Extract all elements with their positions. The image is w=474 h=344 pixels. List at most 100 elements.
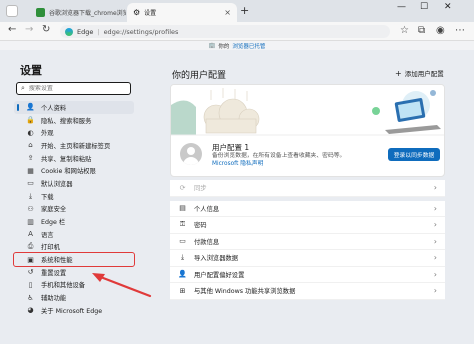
sync-icon: ⟳ bbox=[179, 183, 186, 192]
sidebar-item-start-home[interactable]: ⌂ 开始、主页和新建标签页 bbox=[14, 139, 134, 152]
list-item-profile-preferences[interactable]: 👤 用户配置偏好设置 › bbox=[170, 266, 445, 283]
edge-bar-icon: ▥ bbox=[27, 217, 34, 226]
windows-icon: ⊞ bbox=[179, 286, 186, 295]
appearance-icon: ◐ bbox=[27, 128, 34, 137]
sidebar-item-label: 语言 bbox=[41, 231, 54, 239]
home-icon: ⌂ bbox=[28, 141, 33, 150]
address-url: edge://settings/profiles bbox=[103, 27, 179, 36]
avatar bbox=[180, 143, 202, 165]
sidebar-item-label: 家庭安全 bbox=[41, 206, 67, 214]
sidebar-item-label: 默认浏览器 bbox=[41, 180, 73, 188]
list-item-passwords[interactable]: ⚿ 密码 › bbox=[170, 217, 445, 234]
phone-icon: ▯ bbox=[28, 280, 33, 289]
address-bar[interactable]: Edge | edge://settings/profiles bbox=[60, 25, 390, 38]
profile-desc-text: 备份浏览数据，在所有设备上查看收藏夹、密码等。 bbox=[212, 153, 346, 159]
profile-settings-list: ⟳ 同步 › ▤ 个人信息 › ⚿ 密码 › ▭ 付款信息 › ⤓ 导入浏览器数据 › 👤 用户配置偏… bbox=[170, 180, 445, 300]
more-icon[interactable]: ⋯ bbox=[455, 25, 465, 36]
site-favicon-icon bbox=[36, 8, 45, 17]
back-button[interactable]: ← bbox=[8, 24, 16, 35]
sidebar-item-default-browser[interactable]: ▭ 默认浏览器 bbox=[14, 177, 134, 190]
sidebar-item-system[interactable]: ▣ 系统和性能 bbox=[13, 252, 135, 267]
edge-logo-icon: ◕ bbox=[27, 306, 34, 315]
reset-icon: ↺ bbox=[27, 268, 34, 277]
sign-in-sync-button[interactable]: 登录以同步数据 bbox=[388, 148, 440, 161]
list-item-personal-info[interactable]: ▤ 个人信息 › bbox=[170, 200, 445, 217]
sidebar-item-label: 外观 bbox=[41, 130, 54, 138]
edge-logo-icon bbox=[65, 27, 73, 36]
card-icon: ▭ bbox=[179, 237, 186, 246]
sidebar-item-privacy[interactable]: 🔒 隐私、搜索和服务 bbox=[14, 114, 134, 127]
close-tab-icon[interactable]: × bbox=[224, 8, 231, 17]
list-item-label: 导入浏览器数据 bbox=[194, 255, 239, 263]
download-icon: ⤓ bbox=[28, 191, 33, 200]
list-item-label: 与其他 Windows 功能共享浏览数据 bbox=[194, 288, 296, 296]
page-title: 你的用户配置 bbox=[172, 71, 227, 81]
tab-chrome-download[interactable]: 谷歌浏览器下载_chrome浏览器官... × bbox=[30, 3, 126, 22]
sidebar-item-label: 开始、主页和新建标签页 bbox=[41, 142, 111, 150]
managed-icon: 🏢 bbox=[208, 42, 216, 49]
chevron-right-icon: › bbox=[433, 236, 437, 246]
tab-title: 谷歌浏览器下载_chrome浏览器官... bbox=[49, 10, 126, 17]
sidebar-item-edge-bar[interactable]: ▥ Edge 栏 bbox=[14, 215, 134, 228]
list-item-windows-share[interactable]: ⊞ 与其他 Windows 功能共享浏览数据 › bbox=[170, 283, 445, 300]
sidebar-item-family[interactable]: ⚇ 家庭安全 bbox=[14, 203, 134, 216]
chevron-right-icon: › bbox=[433, 253, 437, 263]
forward-button[interactable]: → bbox=[25, 24, 33, 35]
sidebar-item-languages[interactable]: A 语言 bbox=[14, 228, 134, 241]
person-card-icon: ▤ bbox=[179, 204, 186, 213]
system-icon: ▣ bbox=[27, 255, 34, 264]
printer-icon: ⎙ bbox=[27, 242, 34, 251]
maximize-button[interactable]: ☐ bbox=[420, 2, 428, 12]
close-window-button[interactable]: ✕ bbox=[444, 2, 452, 12]
gear-icon: ⚙ bbox=[133, 8, 141, 17]
person-icon: 👤 bbox=[26, 103, 35, 112]
add-profile-label: 添加用户配置 bbox=[404, 70, 444, 78]
address-brand: Edge bbox=[77, 27, 94, 36]
sidebar-item-appearance[interactable]: ◐ 外观 bbox=[14, 126, 134, 139]
sidebar-item-label: 打印机 bbox=[41, 244, 60, 252]
managed-link[interactable]: 浏览器已托管 bbox=[232, 42, 265, 50]
profile-icon[interactable]: ◉ bbox=[436, 25, 445, 36]
list-item-payment[interactable]: ▭ 付款信息 › bbox=[170, 233, 445, 250]
import-icon: ⤓ bbox=[180, 253, 185, 262]
address-separator: | bbox=[97, 27, 100, 36]
profile-pref-icon: 👤 bbox=[178, 270, 187, 279]
accessibility-icon: ♿ bbox=[27, 293, 34, 302]
sidebar-item-label: 系统和性能 bbox=[41, 257, 73, 265]
sidebar-item-about[interactable]: ◕ 关于 Microsoft Edge bbox=[14, 304, 134, 317]
favorites-icon[interactable]: ☆ bbox=[400, 25, 409, 36]
minimize-button[interactable]: — bbox=[397, 2, 406, 12]
sidebar-item-label: 关于 Microsoft Edge bbox=[41, 307, 103, 315]
search-input[interactable] bbox=[28, 85, 119, 92]
chevron-right-icon: › bbox=[433, 203, 437, 213]
sidebar-item-profiles[interactable]: 👤 个人资料 bbox=[14, 101, 134, 114]
cookie-icon: ▦ bbox=[27, 166, 34, 175]
sidebar-item-label: 隐私、搜索和服务 bbox=[41, 117, 92, 125]
sidebar-item-printers[interactable]: ⎙ 打印机 bbox=[14, 241, 134, 254]
new-tab-button[interactable]: + bbox=[240, 4, 249, 17]
share-icon: ⇪ bbox=[27, 154, 34, 163]
sidebar-item-label: 手机和其他设备 bbox=[41, 282, 86, 290]
lock-icon: 🔒 bbox=[26, 116, 35, 125]
list-item-import[interactable]: ⤓ 导入浏览器数据 › bbox=[170, 250, 445, 267]
chevron-right-icon: › bbox=[433, 220, 437, 230]
managed-text: 你的 bbox=[218, 43, 230, 50]
key-icon: ⚿ bbox=[179, 220, 186, 229]
sidebar-item-cookies[interactable]: ▦ Cookie 和网站权限 bbox=[14, 164, 134, 177]
settings-search[interactable]: ⌕ bbox=[16, 82, 131, 95]
sidebar-item-downloads[interactable]: ⤓ 下载 bbox=[14, 190, 134, 203]
list-item-label: 同步 bbox=[194, 185, 207, 193]
profile-description: 备份浏览数据，在所有设备上查看收藏夹、密码等。 Microsoft 隐私声明 bbox=[212, 152, 382, 168]
tab-settings[interactable]: ⚙ 设置 × bbox=[127, 3, 237, 22]
collections-icon[interactable]: ⧉ bbox=[418, 25, 425, 36]
list-item-sync[interactable]: ⟳ 同步 › bbox=[170, 180, 445, 197]
sidebar-item-label: 共享、复制和粘贴 bbox=[41, 155, 92, 163]
tab-title: 设置 bbox=[144, 10, 157, 17]
sidebar-item-share[interactable]: ⇪ 共享、复制和粘贴 bbox=[14, 152, 134, 165]
tab-actions-icon[interactable] bbox=[6, 5, 18, 17]
list-item-label: 个人信息 bbox=[194, 205, 220, 213]
add-profile-button[interactable]: + 添加用户配置 bbox=[395, 68, 444, 79]
refresh-button[interactable]: ↻ bbox=[42, 24, 50, 35]
search-icon: ⌕ bbox=[21, 84, 25, 92]
privacy-link[interactable]: Microsoft 隐私声明 bbox=[212, 161, 263, 167]
